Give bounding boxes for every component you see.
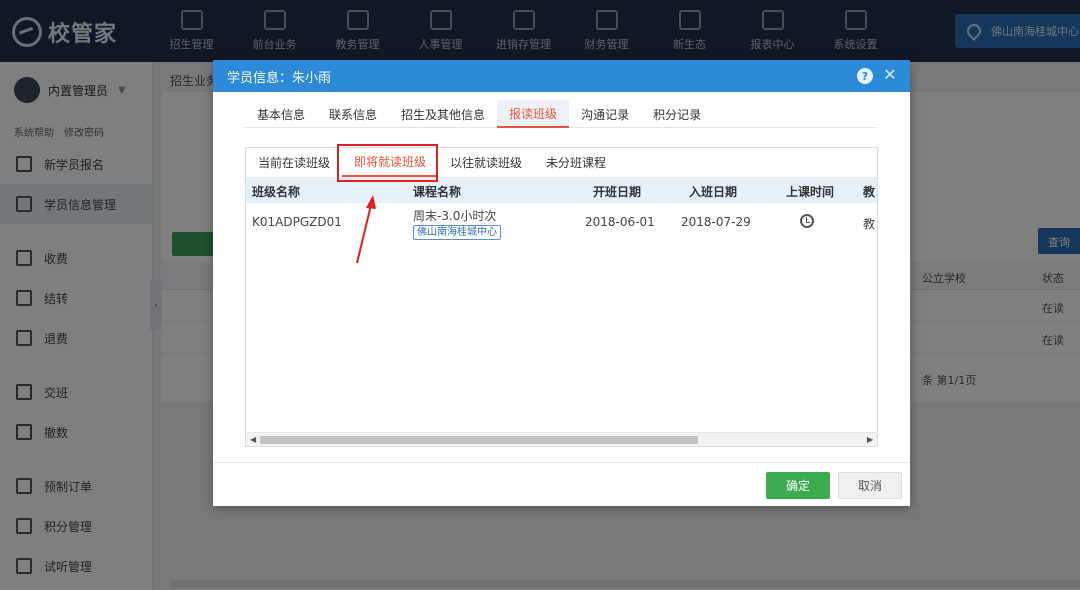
table-row[interactable]: K01ADPGZD01 周末-3.0小时次 佛山南海桂城中心 2018-06-0… bbox=[246, 203, 877, 241]
tab-communication[interactable]: 沟通记录 bbox=[569, 100, 641, 128]
confirm-button[interactable]: 确定 bbox=[766, 472, 830, 499]
scroll-left-icon[interactable]: ◀ bbox=[250, 435, 256, 444]
col-class-time: 上课时间 bbox=[786, 185, 835, 199]
classes-panel: 当前在读班级 即将就读班级 以往就读班级 未分班课程 班级名称 课程名称 开班日… bbox=[245, 147, 878, 447]
scroll-thumb[interactable] bbox=[260, 436, 698, 444]
start-date-cell: 2018-06-01 bbox=[585, 215, 655, 229]
col-join-date: 入班日期 bbox=[689, 185, 738, 199]
col-teacher: 教 bbox=[863, 185, 876, 199]
scroll-right-icon[interactable]: ▶ bbox=[867, 435, 873, 444]
teacher-cell: 教 bbox=[863, 217, 876, 231]
tab-points[interactable]: 积分记录 bbox=[641, 100, 713, 128]
tab-contact-info[interactable]: 联系信息 bbox=[317, 100, 389, 128]
student-info-dialog: 学员信息：朱小雨 ? ✕ 基本信息 联系信息 招生及其他信息 报读班级 沟通记录… bbox=[213, 60, 910, 506]
subtab-past-classes[interactable]: 以往就读班级 bbox=[438, 148, 534, 177]
annotation-highlight-box bbox=[337, 144, 438, 182]
col-start-date: 开班日期 bbox=[593, 185, 642, 199]
dialog-title: 学员信息：朱小雨 bbox=[227, 70, 332, 86]
table-horizontal-scrollbar[interactable]: ◀ ▶ bbox=[246, 432, 877, 446]
course-name-cell: 周末-3.0小时次 bbox=[413, 209, 497, 223]
class-name-cell: K01ADPGZD01 bbox=[252, 215, 342, 229]
subtab-current-classes[interactable]: 当前在读班级 bbox=[246, 148, 342, 177]
join-date-cell: 2018-07-29 bbox=[681, 215, 751, 229]
tab-basic-info[interactable]: 基本信息 bbox=[245, 100, 317, 128]
tab-enrollment-other[interactable]: 招生及其他信息 bbox=[389, 100, 497, 128]
tab-enrolled-classes[interactable]: 报读班级 bbox=[497, 100, 570, 128]
close-icon[interactable]: ✕ bbox=[881, 66, 899, 84]
subtab-unassigned-courses[interactable]: 未分班课程 bbox=[534, 148, 618, 177]
col-class-name: 班级名称 bbox=[252, 185, 301, 199]
campus-tag: 佛山南海桂城中心 bbox=[413, 225, 501, 240]
col-course-name: 课程名称 bbox=[413, 185, 462, 199]
cancel-button[interactable]: 取消 bbox=[838, 472, 902, 499]
help-icon[interactable]: ? bbox=[857, 68, 873, 84]
alarm-clock-icon[interactable] bbox=[800, 214, 814, 228]
dialog-header: 学员信息：朱小雨 ? ✕ bbox=[213, 60, 910, 92]
dialog-tabs: 基本信息 联系信息 招生及其他信息 报读班级 沟通记录 积分记录 bbox=[245, 100, 877, 128]
dialog-footer: 确定 取消 bbox=[213, 462, 910, 506]
